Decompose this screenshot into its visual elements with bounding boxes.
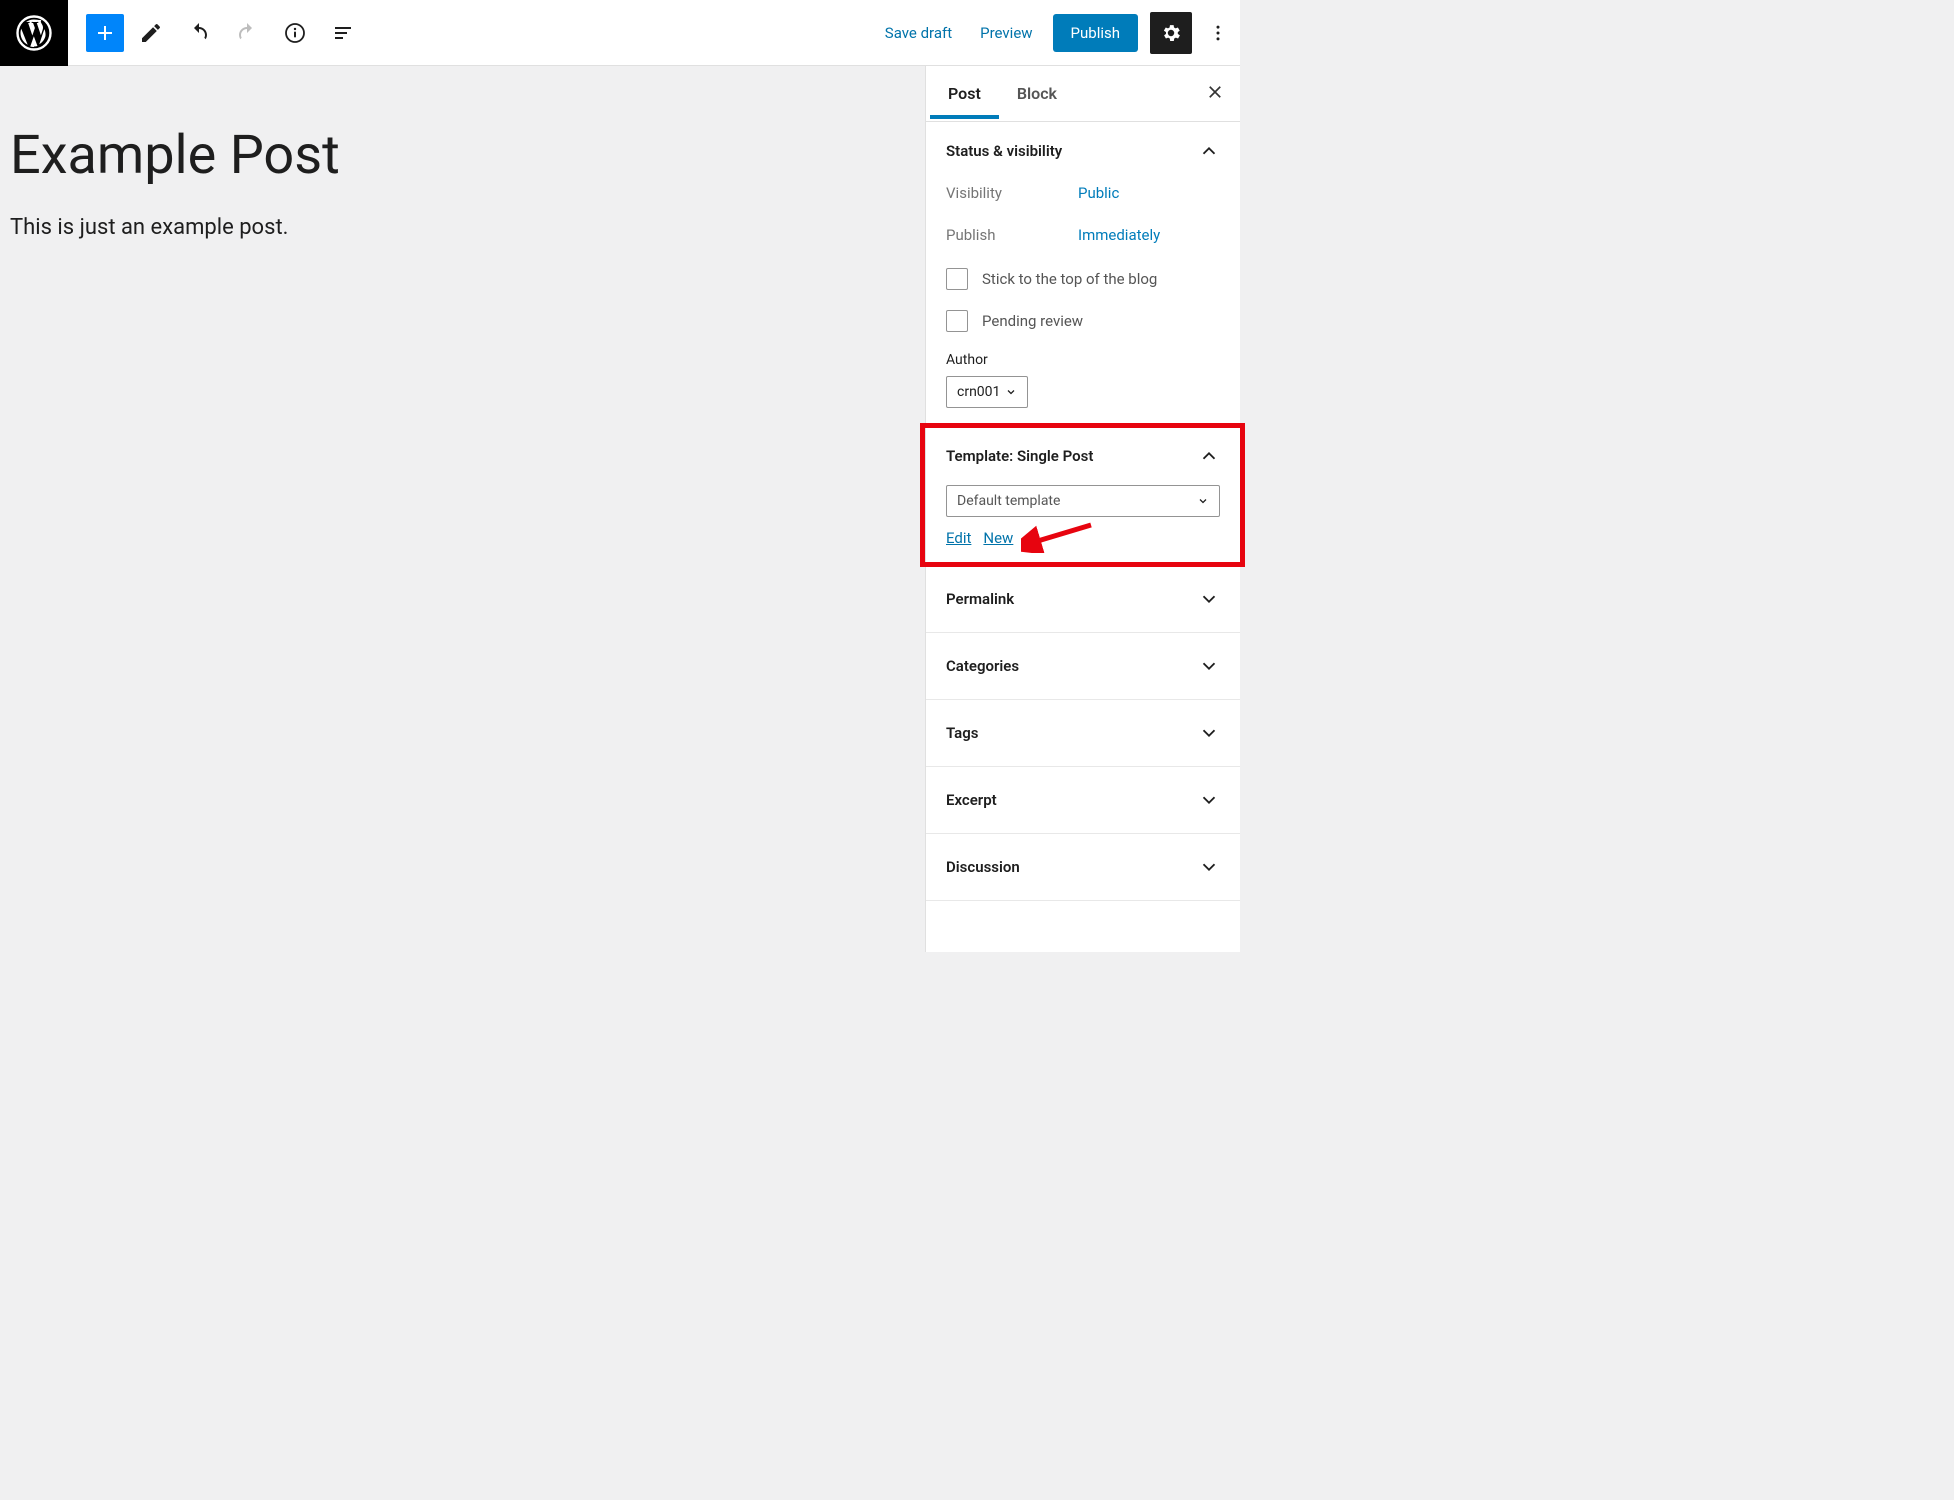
visibility-value[interactable]: Public xyxy=(1078,184,1119,202)
list-view-icon[interactable] xyxy=(322,12,364,54)
more-options-button[interactable] xyxy=(1204,12,1232,54)
tab-post[interactable]: Post xyxy=(930,68,999,119)
panel-header-categories[interactable]: Categories xyxy=(946,651,1220,681)
template-new-link[interactable]: New xyxy=(983,529,1013,547)
template-selected: Default template xyxy=(957,493,1060,509)
author-value: crn001 xyxy=(957,384,1000,400)
panel-template: Template: Single Post Default template E… xyxy=(926,427,1240,566)
pending-review-label: Pending review xyxy=(982,312,1083,330)
post-body[interactable]: This is just an example post. xyxy=(10,215,915,240)
panel-status-visibility: Status & visibility Visibility Public Pu… xyxy=(926,122,1240,427)
sticky-checkbox[interactable] xyxy=(946,268,968,290)
panel-title: Categories xyxy=(946,657,1019,675)
chevron-down-icon xyxy=(1198,856,1220,878)
chevron-down-icon xyxy=(1198,722,1220,744)
add-block-button[interactable] xyxy=(86,14,124,52)
chevron-down-icon xyxy=(1198,789,1220,811)
save-draft-button[interactable]: Save draft xyxy=(877,16,960,50)
pending-review-checkbox[interactable] xyxy=(946,310,968,332)
sidebar-tabs: Post Block xyxy=(926,66,1240,122)
panel-categories: Categories xyxy=(926,633,1240,700)
panel-header-excerpt[interactable]: Excerpt xyxy=(946,785,1220,815)
panel-permalink: Permalink xyxy=(926,566,1240,633)
wordpress-logo[interactable] xyxy=(0,0,68,66)
panel-title: Excerpt xyxy=(946,791,997,809)
chevron-down-icon xyxy=(1198,655,1220,677)
info-icon[interactable] xyxy=(274,12,316,54)
sticky-label: Stick to the top of the blog xyxy=(982,270,1157,288)
template-select[interactable]: Default template xyxy=(946,485,1220,517)
edit-icon[interactable] xyxy=(130,12,172,54)
panel-header-status[interactable]: Status & visibility xyxy=(946,136,1220,166)
tab-block[interactable]: Block xyxy=(999,68,1075,119)
preview-button[interactable]: Preview xyxy=(972,16,1040,50)
publish-label: Publish xyxy=(946,226,1078,244)
publish-button[interactable]: Publish xyxy=(1053,14,1138,52)
visibility-label: Visibility xyxy=(946,184,1078,202)
redo-button[interactable] xyxy=(226,12,268,54)
panel-title: Template: Single Post xyxy=(946,447,1093,465)
undo-button[interactable] xyxy=(178,12,220,54)
panel-title: Discussion xyxy=(946,858,1020,876)
author-select[interactable]: crn001 xyxy=(946,376,1028,408)
chevron-down-icon xyxy=(1005,386,1017,398)
panel-title: Permalink xyxy=(946,590,1014,608)
editor-canvas[interactable]: Example Post This is just an example pos… xyxy=(0,66,925,952)
chevron-down-icon xyxy=(1197,495,1209,507)
settings-button[interactable] xyxy=(1150,12,1192,54)
panel-title: Tags xyxy=(946,724,979,742)
author-label: Author xyxy=(946,352,1220,368)
panel-title: Status & visibility xyxy=(946,142,1062,160)
panel-excerpt: Excerpt xyxy=(926,767,1240,834)
panel-header-discussion[interactable]: Discussion xyxy=(946,852,1220,882)
panel-header-template[interactable]: Template: Single Post xyxy=(946,441,1220,471)
panel-header-tags[interactable]: Tags xyxy=(946,718,1220,748)
panel-discussion: Discussion xyxy=(926,834,1240,901)
chevron-down-icon xyxy=(1198,588,1220,610)
publish-value[interactable]: Immediately xyxy=(1078,226,1160,244)
panel-tags: Tags xyxy=(926,700,1240,767)
panel-header-permalink[interactable]: Permalink xyxy=(946,584,1220,614)
chevron-up-icon xyxy=(1198,140,1220,162)
top-toolbar: Save draft Preview Publish xyxy=(0,0,1240,66)
close-sidebar-button[interactable] xyxy=(1194,74,1236,114)
settings-sidebar: Post Block Status & visibility Visibilit… xyxy=(925,66,1240,952)
post-title[interactable]: Example Post xyxy=(10,124,915,187)
chevron-up-icon xyxy=(1198,445,1220,467)
template-edit-link[interactable]: Edit xyxy=(946,529,971,547)
